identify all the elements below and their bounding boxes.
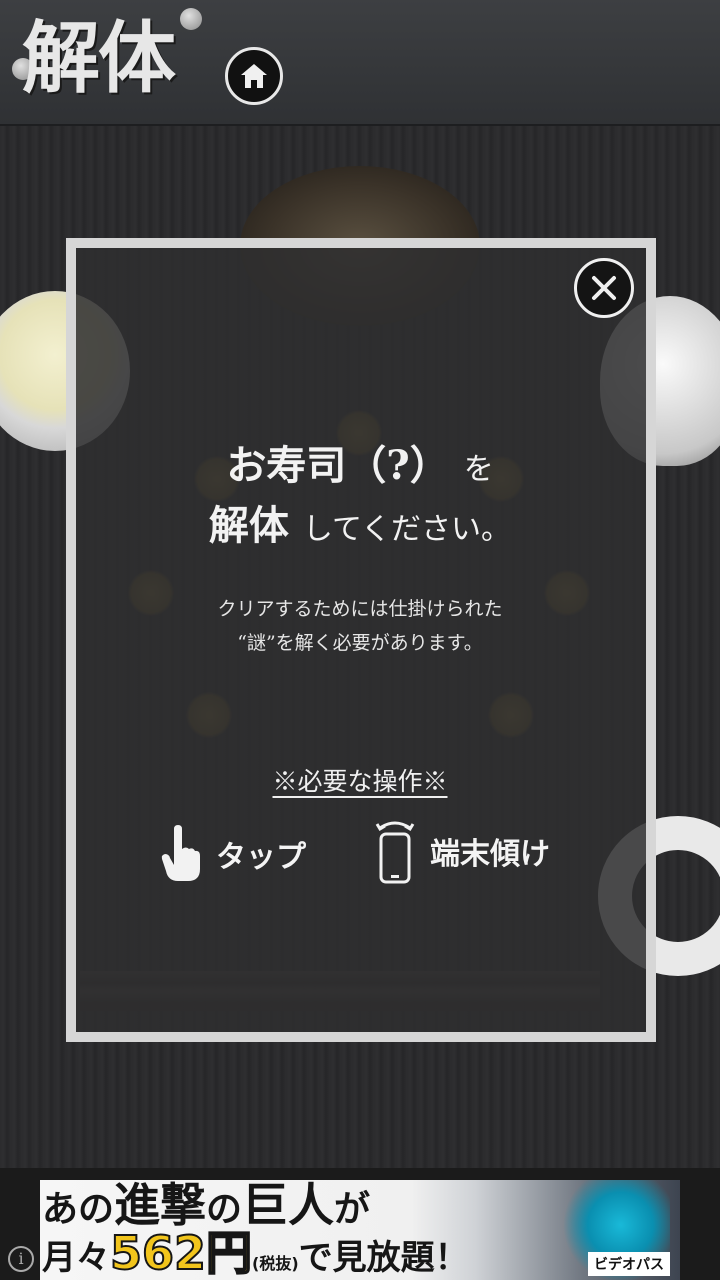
- ad-text: あの: [42, 1189, 115, 1230]
- ad-banner[interactable]: あの進撃の巨人が 月々562円(税抜)で見放題！ ビデオパス: [40, 1180, 680, 1280]
- ad-text: 月々: [42, 1238, 110, 1278]
- ad-text: の: [206, 1189, 243, 1230]
- app-header: 解体: [0, 0, 720, 126]
- desc-line-1: クリアするためには仕掛けられた: [217, 598, 503, 620]
- close-icon: [592, 276, 616, 300]
- tap-hand-icon: [161, 825, 200, 881]
- dialog-description: クリアするためには仕掛けられた “謎”を解く必要があります。: [0, 592, 720, 660]
- operation-tilt: 端末傾け: [374, 818, 550, 884]
- desc-line-2: “謎”を解く必要があります。: [237, 632, 483, 654]
- ad-brand-logo: ビデオパス: [588, 1252, 670, 1276]
- home-button[interactable]: [225, 47, 283, 105]
- ad-offer: 月々562円(税抜)で見放題！: [42, 1226, 469, 1280]
- ad-text: が: [334, 1189, 371, 1230]
- ad-tax-note: (税抜): [252, 1254, 299, 1273]
- tilt-device-icon: [375, 821, 415, 884]
- title-particle: を: [463, 452, 494, 487]
- ad-info-icon[interactable]: i: [8, 1246, 34, 1272]
- screw-icon: [180, 8, 202, 30]
- operation-label: タップ: [216, 840, 306, 875]
- title-main: お寿司（?）: [226, 442, 450, 489]
- ad-text: で見放題！: [298, 1238, 469, 1278]
- operation-label: 端末傾け: [430, 837, 550, 872]
- ad-price: 562円: [109, 1226, 253, 1280]
- ad-text: 巨人: [242, 1180, 335, 1232]
- operation-tap: タップ: [160, 825, 306, 882]
- ad-text: 進撃: [114, 1180, 207, 1232]
- dialog-subtitle: 解体 してください。: [0, 500, 720, 556]
- required-operations-heading: ※必要な操作※: [272, 767, 448, 796]
- home-icon: [241, 64, 267, 88]
- close-button[interactable]: [574, 258, 634, 318]
- title-rest: してください。: [302, 512, 512, 547]
- app-logo: 解体: [22, 14, 176, 104]
- title-bold: 解体: [208, 502, 289, 549]
- dialog-title: お寿司（?） を: [0, 440, 720, 496]
